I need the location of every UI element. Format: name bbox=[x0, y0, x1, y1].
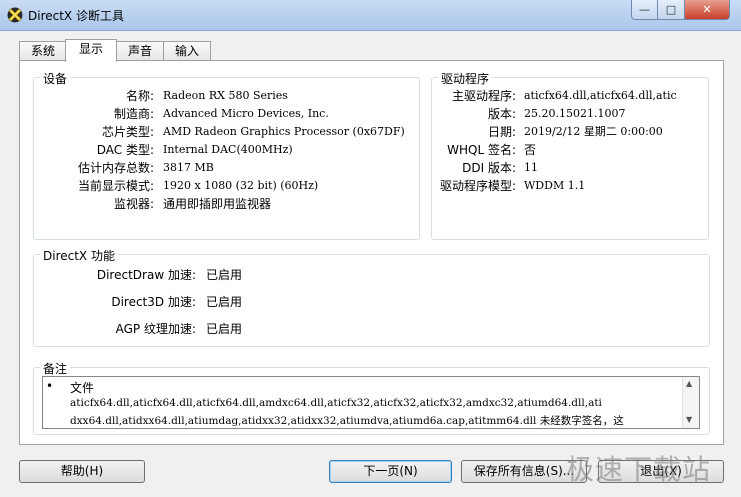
tab-system[interactable]: 系统 bbox=[19, 41, 67, 61]
display-mode-label: 当前显示模式: bbox=[77, 179, 154, 193]
close-button[interactable]: ✕ bbox=[684, 0, 730, 20]
maximize-icon: □ bbox=[665, 3, 677, 16]
monitor-value: 通用即插即用监视器 bbox=[163, 197, 272, 211]
main-driver-label: 主驱动程序: bbox=[451, 89, 516, 103]
next-page-button[interactable]: 下一页(N) bbox=[329, 460, 452, 483]
minimize-icon: — bbox=[639, 3, 650, 16]
tab-input[interactable]: 输入 bbox=[163, 41, 211, 61]
monitor-label: 监视器: bbox=[113, 197, 154, 211]
notes-scrollbar[interactable]: ▲ ▼ bbox=[682, 377, 699, 428]
direct3d-value: 已启用 bbox=[206, 295, 243, 309]
directx-app-icon bbox=[7, 7, 23, 23]
total-memory-label: 估计内存总数: bbox=[77, 161, 154, 175]
version-label: 版本: bbox=[487, 107, 516, 121]
dac-type-value: Internal DAC(400MHz) bbox=[163, 143, 293, 156]
display-mode-value: 1920 x 1080 (32 bit) (60Hz) bbox=[163, 179, 319, 192]
main-driver-value: aticfx64.dll,aticfx64.dll,atic bbox=[524, 89, 677, 102]
agp-value: 已启用 bbox=[206, 322, 243, 336]
notes-heading: 文件 bbox=[70, 381, 95, 395]
manufacturer-value: Advanced Micro Devices, Inc. bbox=[163, 107, 329, 120]
notes-line-2: dxx64.dll,atidxx64.dll,atiumdag,atidxx32… bbox=[70, 415, 624, 427]
maximize-button[interactable]: □ bbox=[657, 0, 685, 20]
directdraw-label: DirectDraw 加速: bbox=[96, 268, 196, 282]
device-name-label: 名称: bbox=[125, 89, 154, 103]
version-value: 25.20.15021.1007 bbox=[524, 107, 626, 120]
ddi-version-label: DDI 版本: bbox=[462, 161, 516, 175]
driver-model-value: WDDM 1.1 bbox=[524, 179, 586, 192]
date-value: 2019/2/12 星期二 0:00:00 bbox=[524, 125, 663, 138]
tab-sound[interactable]: 声音 bbox=[115, 41, 165, 61]
minimize-button[interactable]: — bbox=[631, 0, 658, 20]
notes-textbox[interactable]: • 文件 aticfx64.dll,aticfx64.dll,aticfx64.… bbox=[42, 376, 700, 429]
total-memory-value: 3817 MB bbox=[163, 161, 214, 174]
close-icon: ✕ bbox=[702, 3, 712, 16]
dac-type-label: DAC 类型: bbox=[96, 143, 154, 157]
directdraw-value: 已启用 bbox=[206, 268, 243, 282]
device-group-title: 设备 bbox=[40, 70, 71, 87]
direct3d-label: Direct3D 加速: bbox=[111, 295, 196, 309]
window-title: DirectX 诊断工具 bbox=[28, 9, 124, 23]
notes-title: 备注 bbox=[40, 360, 71, 377]
whql-value: 否 bbox=[524, 143, 537, 157]
whql-label: WHQL 签名: bbox=[447, 143, 516, 157]
notes-line-1: aticfx64.dll,aticfx64.dll,aticfx64.dll,a… bbox=[70, 397, 602, 409]
date-label: 日期: bbox=[487, 125, 516, 139]
directx-features-title: DirectX 功能 bbox=[40, 247, 118, 264]
driver-model-label: 驱动程序模型: bbox=[440, 179, 517, 193]
chip-type-label: 芯片类型: bbox=[101, 125, 154, 139]
tab-display[interactable]: 显示 bbox=[65, 39, 117, 62]
device-name-value: Radeon RX 580 Series bbox=[163, 89, 288, 102]
manufacturer-label: 制造商: bbox=[113, 107, 154, 121]
ddi-version-value: 11 bbox=[524, 161, 538, 174]
scroll-down-icon[interactable]: ▼ bbox=[686, 415, 692, 424]
scroll-up-icon[interactable]: ▲ bbox=[686, 379, 692, 388]
agp-label: AGP 纹理加速: bbox=[115, 322, 196, 336]
notes-bullet: • bbox=[46, 379, 54, 393]
help-button[interactable]: 帮助(H) bbox=[19, 460, 145, 483]
driver-group-title: 驱动程序 bbox=[438, 70, 493, 87]
title-bar: DirectX 诊断工具 — □ ✕ bbox=[0, 0, 741, 31]
chip-type-value: AMD Radeon Graphics Processor (0x67DF) bbox=[163, 125, 405, 138]
watermark: 极速下载站 bbox=[566, 453, 712, 486]
